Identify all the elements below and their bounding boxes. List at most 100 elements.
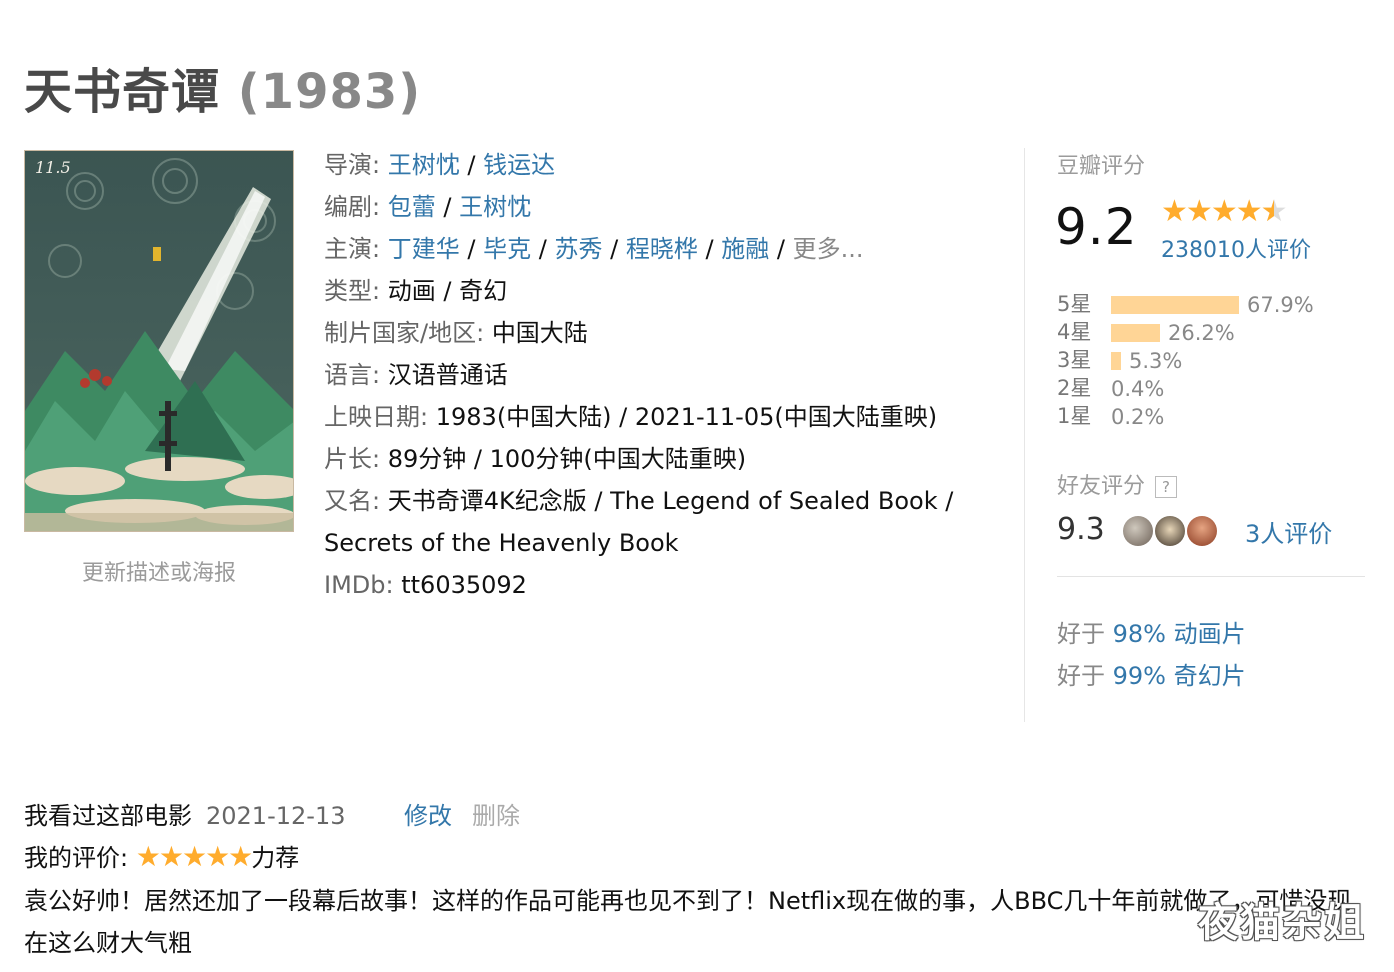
runtime-value: 89分钟 / 100分钟(中国大陆重映) xyxy=(387,445,747,473)
writer-link[interactable]: 包蕾 xyxy=(388,193,436,221)
my-rating: 我的评价: ★★★★★力荐 xyxy=(24,838,299,873)
rating-bar-label: 3星 xyxy=(1057,348,1092,372)
country-label: 制片国家/地区: xyxy=(324,319,485,347)
aka-label: 又名: xyxy=(324,487,381,515)
star-icon: ★ xyxy=(205,840,230,873)
my-rating-label: 我的评价: xyxy=(24,844,129,872)
rating-bar-label: 2星 xyxy=(1057,376,1092,400)
language-label: 语言: xyxy=(324,361,381,389)
cast-row: 主演: 丁建华 / 毕克 / 苏秀 / 程晓桦 / 施融 / 更多... xyxy=(324,235,864,263)
imdb-label: IMDb: xyxy=(324,571,394,599)
movie-info: 导演: 王树忱 / 钱运达 编剧: 包蕾 / 王树忱 主演: 丁建华 / 毕克 … xyxy=(324,144,1004,606)
friend-rating-title-text: 好友评分 xyxy=(1057,474,1146,499)
avatar[interactable] xyxy=(1123,516,1153,546)
cast-link[interactable]: 苏秀 xyxy=(554,235,602,263)
country-row: 制片国家/地区: 中国大陆 xyxy=(324,312,1004,354)
cast-link[interactable]: 丁建华 xyxy=(388,235,460,263)
imdb-value[interactable]: tt6035092 xyxy=(401,571,527,599)
watch-date: 2021-12-13 xyxy=(206,802,346,830)
poster-date-text: 11.5 xyxy=(35,158,71,177)
rating-stars: ★★★★★ ★ xyxy=(1161,194,1288,229)
director-link[interactable]: 王树忱 xyxy=(388,151,460,179)
help-icon[interactable]: ? xyxy=(1155,476,1178,498)
writer-label: 编剧: xyxy=(324,193,381,221)
watermark-text: 夜猫杂姐 xyxy=(1198,900,1366,946)
director-link[interactable]: 钱运达 xyxy=(483,151,555,179)
aka-value: 天书奇谭4K纪念版 / The Legend of Sealed Book / … xyxy=(324,487,954,557)
rating-score: 9.2 xyxy=(1055,198,1138,256)
friend-rating-score: 9.3 xyxy=(1057,512,1105,547)
watch-status-text: 我看过这部电影 xyxy=(24,802,192,830)
movie-year: (1983) xyxy=(237,64,422,120)
star-icon: ★ xyxy=(158,840,184,873)
rating-bar-percent: 67.9% xyxy=(1247,293,1314,317)
divider xyxy=(1057,576,1365,577)
movie-title-text: 天书奇谭 xyxy=(24,64,221,120)
cast-more-link[interactable]: 更多... xyxy=(793,235,864,263)
update-poster-link[interactable]: 更新描述或海报 xyxy=(24,555,294,587)
movie-poster[interactable]: 11.5 xyxy=(24,150,294,532)
half-star-icon: ★ ★ xyxy=(1260,194,1288,229)
star-icon: ★ xyxy=(181,840,207,873)
director-row: 导演: 王树忱 / 钱运达 xyxy=(324,151,556,179)
rating-bar-percent: 5.3% xyxy=(1129,349,1183,373)
better-than-item: 好于 99% 奇幻片 xyxy=(1057,656,1246,691)
genre-label: 类型: xyxy=(324,277,381,305)
rating-bar-label: 1星 xyxy=(1057,404,1092,428)
friend-avatars xyxy=(1123,516,1219,548)
poster-illustration: 11.5 xyxy=(25,151,293,531)
rating-bar-4: 4星 26.2% xyxy=(1057,318,1235,346)
movie-title: 天书奇谭 (1983) xyxy=(24,52,421,122)
rating-bar-fill xyxy=(1111,324,1160,342)
better-than-percent[interactable]: 99% xyxy=(1113,662,1166,690)
star-icon: ★ xyxy=(1235,194,1263,229)
genre-row: 类型: 动画 / 奇幻 xyxy=(324,270,1004,312)
director-label: 导演: xyxy=(324,151,381,179)
rating-bar-5: 5星 67.9% xyxy=(1057,290,1314,318)
delete-link[interactable]: 删除 xyxy=(472,796,520,831)
friend-count-link[interactable]: 3人评价 xyxy=(1245,514,1332,549)
better-than-prefix: 好于 xyxy=(1057,662,1105,690)
imdb-row: IMDb: tt6035092 xyxy=(324,564,1004,606)
release-label: 上映日期: xyxy=(324,403,429,431)
edit-link[interactable]: 修改 xyxy=(404,796,452,831)
rating-bar-3: 3星 5.3% xyxy=(1057,346,1182,374)
better-than-percent[interactable]: 98% xyxy=(1113,620,1166,648)
avatar[interactable] xyxy=(1187,516,1217,546)
better-than-genre[interactable]: 奇幻片 xyxy=(1174,662,1246,690)
rating-title: 豆瓣评分 xyxy=(1057,154,1146,179)
rating-bar-1: 1星 0.2% xyxy=(1057,402,1164,430)
rating-bar-percent: 0.4% xyxy=(1111,377,1165,401)
country-value: 中国大陆 xyxy=(491,319,588,347)
star-icon: ★ xyxy=(228,840,253,873)
writer-link[interactable]: 王树忱 xyxy=(459,193,531,221)
better-than-item: 好于 98% 动画片 xyxy=(1057,614,1246,649)
cast-link[interactable]: 毕克 xyxy=(483,235,531,263)
rating-bar-percent: 0.2% xyxy=(1111,405,1165,429)
my-comment: 袁公好帅！居然还加了一段幕后故事！这样的作品可能再也见不到了！Netflix现在… xyxy=(24,887,1352,957)
rating-bar-label: 5星 xyxy=(1057,292,1092,316)
rating-bar-2: 2星 0.4% xyxy=(1057,374,1164,402)
release-value: 1983(中国大陆) / 2021-11-05(中国大陆重映) xyxy=(435,403,938,431)
release-row: 上映日期: 1983(中国大陆) / 2021-11-05(中国大陆重映) xyxy=(324,396,1004,438)
friend-rating-title: 好友评分? xyxy=(1057,468,1178,500)
better-than-genre[interactable]: 动画片 xyxy=(1174,620,1246,648)
language-row: 语言: 汉语普通话 xyxy=(324,354,1004,396)
rating-bar-percent: 26.2% xyxy=(1168,321,1235,345)
my-watch-status: 我看过这部电影 2021-12-13 xyxy=(24,796,345,831)
cast-link[interactable]: 程晓桦 xyxy=(626,235,698,263)
runtime-label: 片长: xyxy=(324,445,381,473)
star-icon: ★ xyxy=(1161,194,1188,229)
genre-value: 动画 / 奇幻 xyxy=(387,277,508,305)
avatar[interactable] xyxy=(1155,516,1185,546)
better-than-prefix: 好于 xyxy=(1057,620,1105,648)
runtime-row: 片长: 89分钟 / 100分钟(中国大陆重映) xyxy=(324,438,1004,480)
rating-bar-label: 4星 xyxy=(1057,320,1092,344)
rating-panel: 豆瓣评分 9.2 ★★★★★ ★ 238010人评价 5星 67.9% 4星 26.2… xyxy=(1024,148,1385,722)
aka-row: 又名: 天书奇谭4K纪念版 / The Legend of Sealed Boo… xyxy=(324,480,984,564)
star-icon: ★ xyxy=(1210,194,1238,229)
star-icon: ★ xyxy=(1185,194,1213,229)
rating-count-link[interactable]: 238010人评价 xyxy=(1161,232,1311,264)
cast-label: 主演: xyxy=(324,235,381,263)
cast-link[interactable]: 施融 xyxy=(721,235,769,263)
